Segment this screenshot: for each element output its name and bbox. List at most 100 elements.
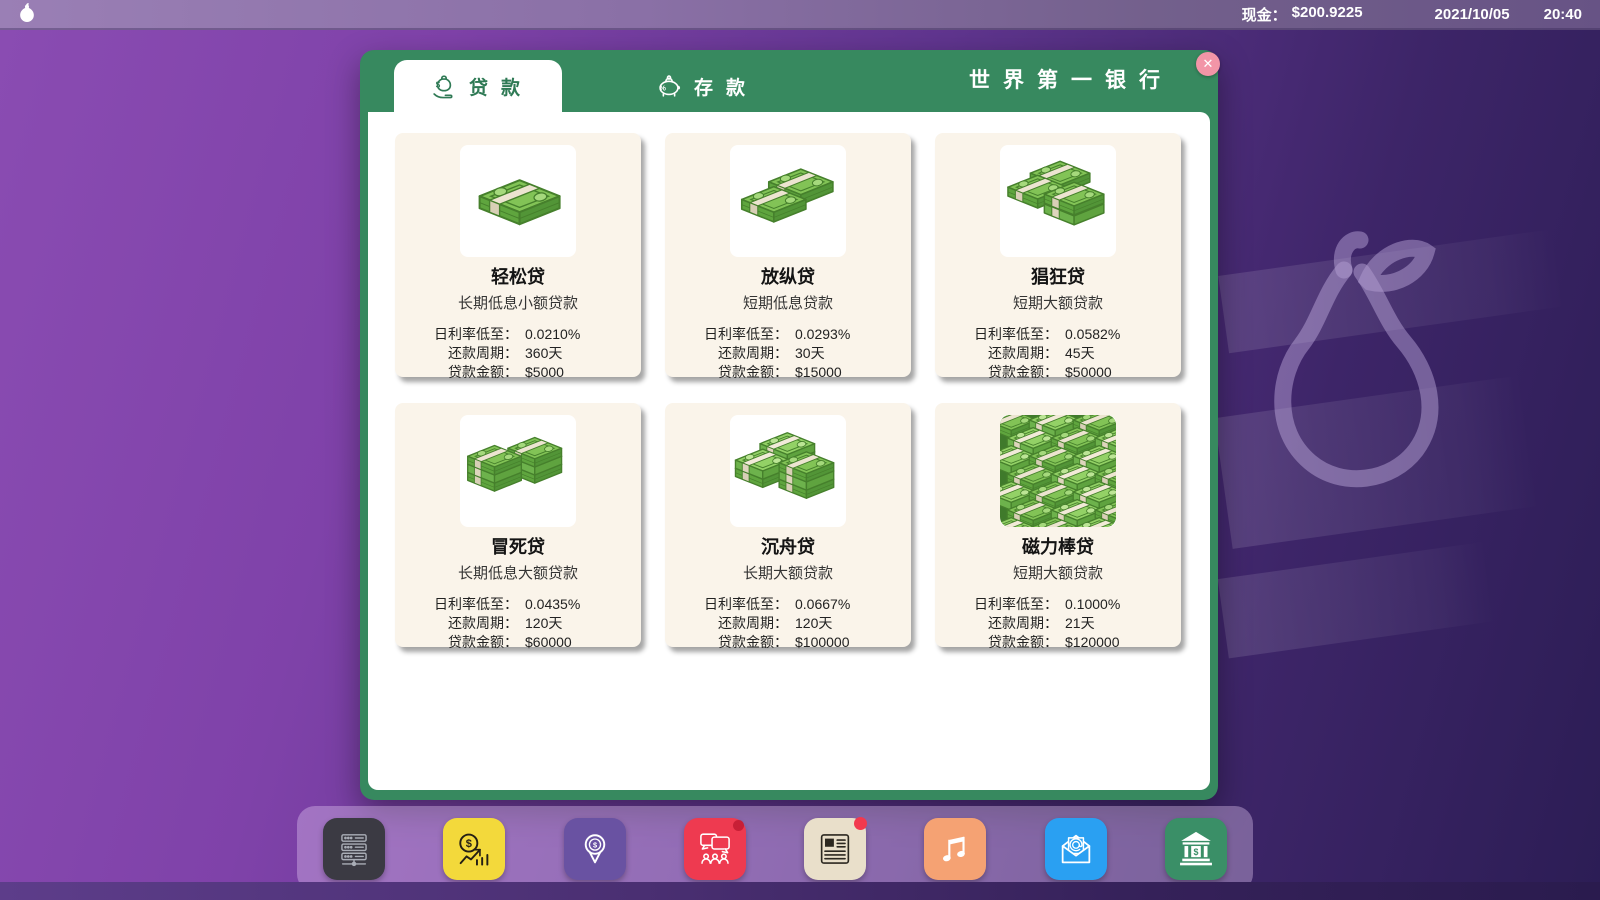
cash-bundle-x1-icon xyxy=(460,145,576,257)
bottom-edge-bar xyxy=(0,882,1600,900)
amount-label: 贷款金额： xyxy=(395,363,518,381)
dock-item-stocks[interactable]: $ xyxy=(443,818,505,880)
period-label: 还款周期： xyxy=(395,614,518,632)
svg-text:%: % xyxy=(659,84,678,93)
wallpaper-band xyxy=(1218,542,1497,659)
loan-name: 放纵贷 xyxy=(665,263,911,289)
dock-item-map[interactable]: $ xyxy=(564,818,626,880)
amount-value: $100000 xyxy=(788,633,911,651)
loan-card-changkuangdai[interactable]: 猖狂贷 短期大额贷款 日利率低至： 0.0582% 还款周期： 45天 贷款金额… xyxy=(935,133,1181,377)
chat-people-icon xyxy=(692,826,738,872)
period-value: 21天 xyxy=(1058,614,1181,632)
rate-value: 0.1000% xyxy=(1058,595,1181,613)
loan-name: 猖狂贷 xyxy=(935,263,1181,289)
loan-card-maosidai[interactable]: 冒死贷 长期低息大额贷款 日利率低至： 0.0435% 还款周期： 120天 贷… xyxy=(395,403,641,647)
cash-bundle-x6-icon xyxy=(460,415,576,527)
amount-label: 贷款金额： xyxy=(935,363,1058,381)
loan-card-qingsongdai[interactable]: 轻松贷 长期低息小额贷款 日利率低至： 0.0210% 还款周期： 360天 贷… xyxy=(395,133,641,377)
period-value: 30天 xyxy=(788,344,911,362)
period-label: 还款周期： xyxy=(665,344,788,362)
pear-logo-icon xyxy=(14,1,40,27)
loan-desc: 长期低息小额贷款 xyxy=(395,292,641,313)
cash-label: 现金： xyxy=(1242,4,1287,25)
hand-money-bag-icon: $ xyxy=(429,71,459,101)
close-icon[interactable]: ✕ xyxy=(1196,52,1220,76)
svg-text:$: $ xyxy=(436,81,453,90)
amount-label: 贷款金额： xyxy=(665,633,788,651)
svg-text:$: $ xyxy=(593,841,598,850)
piggy-bank-icon: % xyxy=(654,71,684,101)
dock-item-news[interactable] xyxy=(804,818,866,880)
game-time: 20:40 xyxy=(1544,6,1582,23)
loan-desc: 短期低息贷款 xyxy=(665,292,911,313)
loan-desc: 短期大额贷款 xyxy=(935,292,1181,313)
amount-value: $5000 xyxy=(518,363,641,381)
notification-dot xyxy=(854,817,867,830)
period-label: 还款周期： xyxy=(935,614,1058,632)
server-icon xyxy=(332,826,376,872)
loan-name: 磁力棒贷 xyxy=(935,533,1181,559)
amount-value: $50000 xyxy=(1058,363,1181,381)
period-value: 45天 xyxy=(1058,344,1181,362)
loan-name: 轻松贷 xyxy=(395,263,641,289)
loan-name: 冒死贷 xyxy=(395,533,641,559)
wallpaper-band xyxy=(1214,375,1539,549)
rate-value: 0.0293% xyxy=(788,325,911,343)
cash-bundle-x2-icon xyxy=(730,145,846,257)
period-label: 还款周期： xyxy=(935,344,1058,362)
rate-value: 0.0582% xyxy=(1058,325,1181,343)
rate-label: 日利率低至： xyxy=(395,595,518,613)
svg-text:$: $ xyxy=(466,838,473,850)
period-label: 还款周期： xyxy=(395,344,518,362)
dock-item-music[interactable] xyxy=(924,818,986,880)
dollar-pin-icon: $ xyxy=(572,826,618,872)
bank-title: 世界第一银行 xyxy=(969,50,1173,112)
game-date: 2021/10/05 xyxy=(1435,6,1510,23)
notification-dot xyxy=(733,820,744,831)
rate-value: 0.0435% xyxy=(518,595,641,613)
amount-value: $15000 xyxy=(788,363,911,381)
rate-label: 日利率低至： xyxy=(665,595,788,613)
mail-at-icon xyxy=(1053,826,1099,872)
period-label: 还款周期： xyxy=(665,614,788,632)
newspaper-icon xyxy=(812,826,858,872)
dock-item-bank[interactable]: $ xyxy=(1165,818,1227,880)
amount-value: $60000 xyxy=(518,633,641,651)
cash-bundle-x4-icon xyxy=(1000,145,1116,257)
bank-window-header: $ 贷款 % 存款 世界第一银行 ✕ xyxy=(360,50,1218,112)
tab-deposits-label: 存款 xyxy=(694,73,758,100)
loan-card-chenzhoudai[interactable]: 沉舟贷 长期大额贷款 日利率低至： 0.0667% 还款周期： 120天 贷款金… xyxy=(665,403,911,647)
svg-text:$: $ xyxy=(1193,847,1198,857)
pear-wallpaper-icon xyxy=(1226,222,1441,607)
period-value: 360天 xyxy=(518,344,641,362)
bank-window: $ 贷款 % 存款 世界第一银行 ✕ xyxy=(360,50,1218,800)
rate-label: 日利率低至： xyxy=(935,595,1058,613)
amount-label: 贷款金额： xyxy=(665,363,788,381)
loan-card-cilibangdai[interactable]: 磁力棒贷 短期大额贷款 日利率低至： 0.1000% 还款周期： 21天 贷款金… xyxy=(935,403,1181,647)
music-note-icon xyxy=(933,827,977,871)
dock: $ $ xyxy=(297,806,1253,892)
amount-label: 贷款金额： xyxy=(395,633,518,651)
loan-name: 沉舟贷 xyxy=(665,533,911,559)
period-value: 120天 xyxy=(518,614,641,632)
cash-pile-full-icon xyxy=(1000,415,1116,527)
loan-desc: 短期大额贷款 xyxy=(935,562,1181,583)
loans-panel: 轻松贷 长期低息小额贷款 日利率低至： 0.0210% 还款周期： 360天 贷… xyxy=(368,112,1210,790)
period-value: 120天 xyxy=(788,614,911,632)
money-chart-icon: $ xyxy=(451,826,497,872)
rate-label: 日利率低至： xyxy=(665,325,788,343)
bank-icon: $ xyxy=(1173,826,1219,872)
loan-card-fangzongdai[interactable]: 放纵贷 短期低息贷款 日利率低至： 0.0293% 还款周期： 30天 贷款金额… xyxy=(665,133,911,377)
amount-value: $120000 xyxy=(1058,633,1181,651)
dock-item-social[interactable] xyxy=(684,818,746,880)
dock-item-mail[interactable] xyxy=(1045,818,1107,880)
tab-deposits[interactable]: % 存款 xyxy=(628,60,778,112)
tab-loans[interactable]: $ 贷款 xyxy=(394,60,562,112)
rate-label: 日利率低至： xyxy=(935,325,1058,343)
rate-value: 0.0210% xyxy=(518,325,641,343)
desktop: 现金： $200.9225 2021/10/05 20:40 $ 贷款 xyxy=(0,0,1600,900)
top-status-bar: 现金： $200.9225 2021/10/05 20:40 xyxy=(0,0,1600,30)
loan-desc: 长期低息大额贷款 xyxy=(395,562,641,583)
dock-item-servers[interactable] xyxy=(323,818,385,880)
cash-value: $200.9225 xyxy=(1292,4,1363,25)
